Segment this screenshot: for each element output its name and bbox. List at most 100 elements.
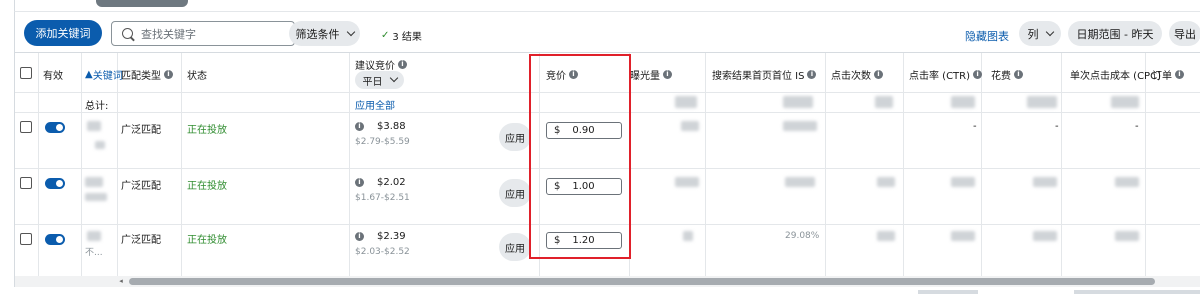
info-icon: i (1175, 70, 1184, 79)
header-match-type[interactable]: 匹配类型 i (121, 67, 173, 82)
blurred-value (951, 96, 975, 108)
blurred-value (1033, 177, 1057, 187)
header-enabled: 有效 (43, 71, 63, 82)
blurred-value (877, 231, 895, 241)
sort-asc-icon: ▲ (85, 69, 93, 80)
header-keyword[interactable]: ▲ 关键词 (85, 67, 123, 82)
ctr-value: - (973, 121, 977, 132)
header-suggested-bid: 建议竞价 i (355, 57, 407, 72)
header-ctr[interactable]: 点击率 (CTR) i (909, 67, 983, 82)
search-icon (122, 28, 133, 39)
suggested-bid: $2.02 (377, 177, 406, 188)
blurred-value (1033, 231, 1057, 241)
blurred-value (1027, 96, 1057, 108)
blurred-keyword (85, 177, 103, 187)
status: 正在投放 (187, 125, 227, 136)
blurred-value (877, 177, 895, 187)
date-range-button[interactable]: 日期范围 - 昨天 (1068, 21, 1162, 46)
info-icon: i (164, 70, 173, 79)
info-icon: i (663, 70, 672, 79)
blurred-value (1111, 96, 1139, 108)
header-top-of-search-is[interactable]: 搜索结果首页首位 IS i (712, 67, 817, 82)
chevron-down-icon (1045, 27, 1054, 36)
blurred-value (675, 96, 697, 108)
spend-value: - (1055, 121, 1059, 132)
search-placeholder: 查找关键字 (141, 27, 196, 41)
blurred-value (1115, 177, 1139, 187)
scroll-left-icon[interactable]: ◂ (116, 277, 126, 286)
chevron-down-icon (389, 73, 398, 83)
hide-chart-link[interactable]: 隐藏图表 (965, 28, 1009, 44)
info-icon: i (355, 122, 364, 131)
columns-button[interactable]: 列 (1019, 21, 1061, 46)
info-icon: i (807, 70, 817, 79)
suggested-range: $1.67-$2.51 (355, 193, 410, 203)
blurred-value (1115, 231, 1139, 241)
check-icon: ✓ (381, 30, 390, 41)
blurred-value (785, 177, 815, 187)
blurred-keyword (85, 193, 107, 201)
suggested-bid: $2.39 (377, 231, 406, 242)
bid-column-highlight (529, 54, 631, 259)
chevron-down-icon (346, 27, 355, 36)
bottom-strip (0, 287, 1200, 294)
toolbar: 添加关键词 查找关键字 筛选条件 ✓ 3 结果 隐藏图表 列 日期范围 - 昨天… (14, 12, 1200, 52)
search-input[interactable]: 查找关键字 (111, 21, 295, 46)
info-icon: i (874, 70, 883, 79)
filter-label: 筛选条件 (295, 27, 340, 41)
info-icon: i (355, 232, 364, 241)
row-checkbox[interactable] (20, 121, 32, 133)
blurred-value (681, 121, 699, 131)
blurred-value (783, 96, 813, 108)
blurred-keyword (87, 121, 101, 131)
header-orders[interactable]: 订单 i (1152, 67, 1184, 82)
select-all-checkbox[interactable] (20, 67, 32, 79)
info-icon: i (1014, 70, 1023, 79)
enabled-toggle[interactable] (45, 178, 65, 189)
keyword-fragment: 不... (85, 248, 103, 258)
suggested-bid: $3.88 (377, 121, 406, 132)
blurred-value (683, 231, 693, 241)
suggested-range: $2.03-$2.52 (355, 247, 410, 257)
apply-button[interactable]: 应用 (499, 123, 531, 151)
info-icon: i (355, 178, 364, 187)
top-strip (0, 0, 1200, 12)
blurred-value (675, 177, 699, 187)
blurred-value (951, 231, 975, 241)
info-icon: i (973, 70, 983, 79)
header-status: 状态 (187, 71, 207, 82)
status: 正在投放 (187, 181, 227, 192)
enabled-toggle[interactable] (45, 234, 65, 245)
blurred-keyword (95, 141, 105, 149)
horizontal-scrollbar[interactable]: ◂ (14, 276, 1200, 287)
filter-button[interactable]: 筛选条件 (289, 21, 360, 46)
scrollbar-thumb[interactable] (129, 278, 1155, 285)
top-tab[interactable] (96, 0, 188, 7)
match-type: 广泛匹配 (121, 181, 161, 192)
panel-frame (14, 0, 1200, 12)
totals-label: 总计: (85, 101, 109, 112)
blurred-value (951, 177, 975, 187)
status: 正在投放 (187, 235, 227, 246)
apply-all-link[interactable]: 应用全部 (355, 97, 395, 112)
export-button[interactable]: 导出 (1169, 21, 1200, 46)
apply-button[interactable]: 应用 (499, 233, 531, 261)
match-type: 广泛匹配 (121, 125, 161, 136)
suggested-bid-mode-dropdown[interactable]: 平日 (355, 71, 404, 89)
header-impressions[interactable]: 曝光量 i (630, 67, 672, 82)
cpc-value: - (1135, 121, 1139, 132)
row-checkbox[interactable] (20, 233, 32, 245)
blurred-value (875, 96, 893, 108)
blurred-value (783, 121, 817, 131)
header-spend[interactable]: 花费 i (991, 67, 1023, 82)
add-keyword-button[interactable]: 添加关键词 (24, 20, 102, 46)
header-clicks[interactable]: 点击次数 i (831, 67, 883, 82)
results-count: ✓ 3 结果 (381, 30, 422, 43)
enabled-toggle[interactable] (45, 122, 65, 133)
top-is-value: 29.08% (785, 231, 820, 241)
row-checkbox[interactable] (20, 177, 32, 189)
blurred-keyword (87, 231, 101, 241)
apply-button[interactable]: 应用 (499, 179, 531, 207)
header-cpc[interactable]: 单次点击成本 (CPC) (1070, 67, 1161, 82)
match-type: 广泛匹配 (121, 235, 161, 246)
